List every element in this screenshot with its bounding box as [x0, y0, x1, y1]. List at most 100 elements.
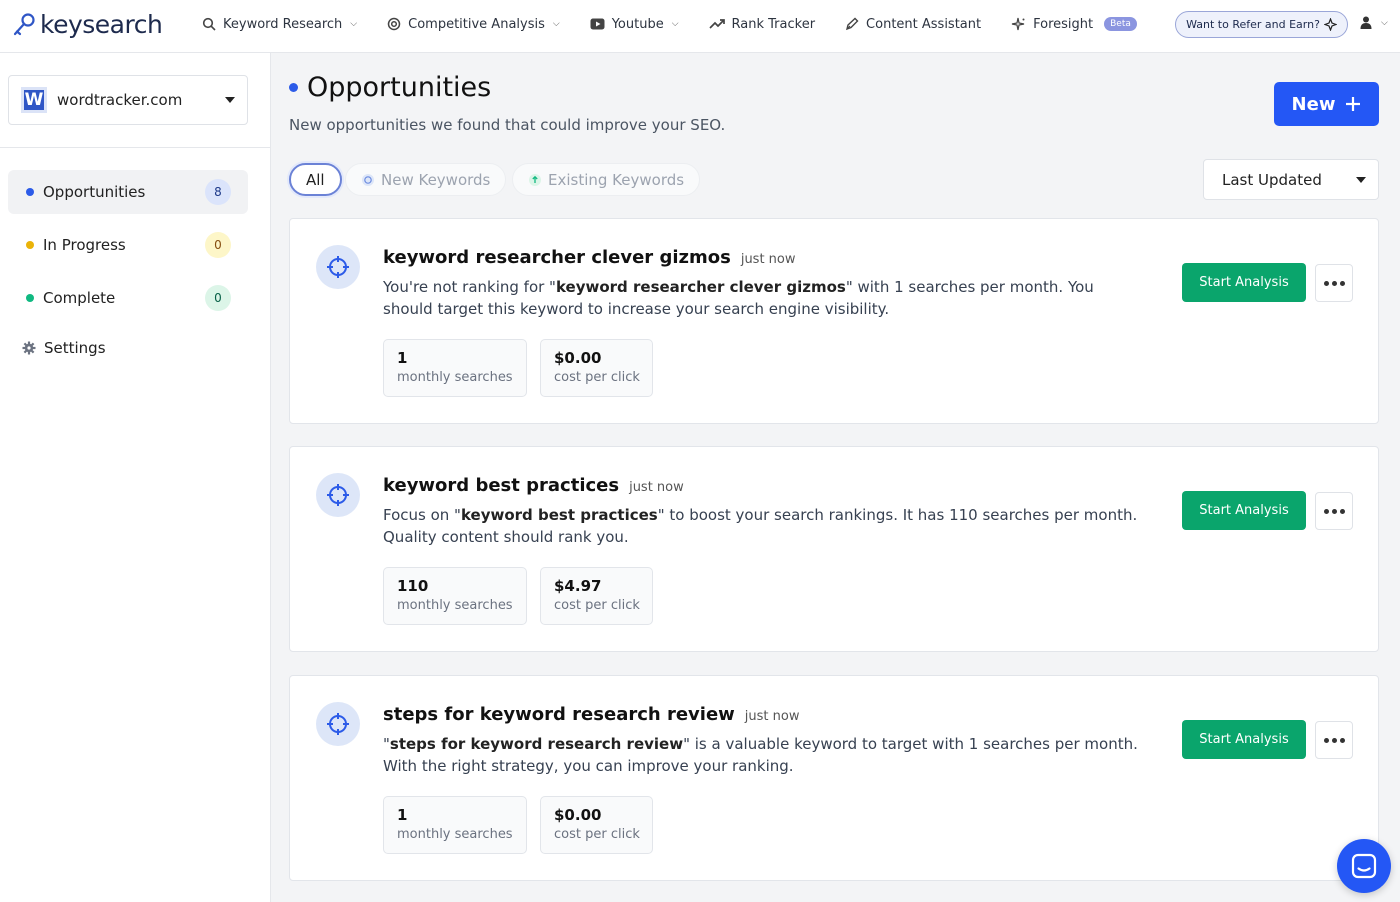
nav-foresight[interactable]: Foresight Beta [1011, 17, 1137, 32]
dot [1339, 508, 1345, 514]
desc-keyword: keyword researcher clever gizmos [555, 278, 846, 296]
stat-cost-per-click: $0.00 cost per click [540, 339, 653, 397]
sidebar-item-label: In Progress [43, 236, 126, 254]
dot [1331, 737, 1337, 743]
caret-down-icon [1356, 176, 1366, 183]
dot [1323, 737, 1329, 743]
start-analysis-button[interactable]: Start Analysis [1182, 263, 1306, 302]
page-title-text: Opportunities [307, 72, 492, 103]
opportunity-card: keyword best practices just now Focus on… [289, 446, 1379, 652]
refer-earn-button[interactable]: Want to Refer and Earn? [1175, 11, 1348, 38]
user-menu[interactable]: ⌵ [1360, 16, 1388, 29]
nav-label: Rank Tracker [731, 16, 816, 32]
nav-rank-tracker[interactable]: Rank Tracker [708, 16, 816, 32]
filter-new-keywords[interactable]: New Keywords [345, 163, 507, 196]
count-badge: 0 [205, 285, 231, 311]
nav-label: Youtube [611, 16, 664, 32]
stat-cost-per-click: $4.97 cost per click [540, 567, 653, 625]
sidebar: W wordtracker.com Opportunities 8 In Pro… [0, 53, 271, 902]
opportunity-card: keyword researcher clever gizmos just no… [289, 218, 1379, 424]
sidebar-item-complete[interactable]: Complete 0 [8, 276, 248, 320]
chevron-down-icon: ⌵ [671, 19, 679, 29]
dot [1331, 280, 1337, 286]
sort-select[interactable]: Last Updated [1203, 159, 1379, 200]
page-title: Opportunities [289, 72, 491, 103]
search-icon [202, 17, 216, 31]
top-navbar: keysearch Keyword Research ⌵ Competitive… [0, 0, 1400, 53]
nav-label: Competitive Analysis [408, 16, 545, 32]
dot [1323, 508, 1329, 514]
new-button[interactable]: New [1274, 82, 1379, 126]
youtube-icon [590, 18, 605, 30]
filter-label: Existing Keywords [548, 170, 685, 189]
gift-icon [1323, 18, 1337, 31]
start-analysis-button[interactable]: Start Analysis [1182, 491, 1306, 530]
stat-value: $0.00 [554, 349, 602, 367]
crosshair-icon [316, 245, 360, 289]
filter-all[interactable]: All [289, 163, 342, 196]
new-button-label: New [1291, 93, 1336, 115]
dot [1323, 280, 1329, 286]
stat-value: $4.97 [554, 577, 602, 595]
sidebar-item-settings[interactable]: Settings [8, 326, 248, 370]
more-options-button[interactable] [1315, 721, 1353, 759]
card-description: Focus on "keyword best practices" to boo… [383, 504, 1143, 548]
stat-label: cost per click [554, 598, 640, 613]
desc-text: You're not ranking for " [383, 278, 556, 296]
nav-keyword-research[interactable]: Keyword Research ⌵ [202, 17, 357, 32]
count-badge: 8 [205, 179, 231, 205]
chat-icon [1351, 853, 1377, 879]
sidebar-divider [0, 147, 270, 148]
count-badge: 0 [205, 232, 231, 258]
opportunity-card: steps for keyword research review just n… [289, 675, 1379, 881]
user-icon [1360, 16, 1372, 29]
target-icon [387, 17, 401, 31]
stat-value: 1 [397, 349, 408, 367]
card-description: "steps for keyword research review" is a… [383, 733, 1143, 777]
brand-name: keysearch [40, 10, 163, 39]
stat-value: 1 [397, 806, 408, 824]
nav-youtube[interactable]: Youtube ⌵ [590, 17, 679, 32]
status-dot [26, 241, 34, 249]
chat-launcher-button[interactable] [1337, 839, 1391, 893]
gear-icon [22, 341, 36, 355]
stat-label: monthly searches [397, 370, 513, 385]
sidebar-item-label: Complete [43, 289, 116, 307]
keyword-title: keyword researcher clever gizmos [383, 247, 731, 268]
site-selector[interactable]: W wordtracker.com [8, 75, 248, 125]
nav-label: Foresight [1033, 16, 1094, 32]
status-dot [26, 188, 34, 196]
filter-existing-keywords[interactable]: Existing Keywords [512, 163, 701, 196]
desc-text: Focus on " [383, 506, 461, 524]
sidebar-item-label: Opportunities [43, 183, 146, 201]
keysearch-logo[interactable]: keysearch [12, 10, 163, 39]
dot [1339, 280, 1345, 286]
chevron-down-icon: ⌵ [350, 19, 358, 29]
chevron-down-icon: ⌵ [552, 19, 560, 29]
beta-badge: Beta [1104, 17, 1137, 31]
nav-competitive-analysis[interactable]: Competitive Analysis ⌵ [387, 17, 560, 32]
arrow-up-icon [529, 173, 541, 186]
start-analysis-button[interactable]: Start Analysis [1182, 720, 1306, 759]
more-options-button[interactable] [1315, 264, 1353, 302]
dot [1339, 737, 1345, 743]
keyword-title: steps for keyword research review [383, 704, 735, 725]
card-header: steps for keyword research review just n… [383, 704, 799, 725]
caret-down-icon [225, 97, 235, 103]
site-logo: W [21, 87, 47, 113]
status-dot [26, 294, 34, 302]
nav-content-assistant[interactable]: Content Assistant [845, 17, 981, 32]
dot [1331, 508, 1337, 514]
sort-label: Last Updated [1222, 170, 1322, 189]
crosshair-icon [316, 473, 360, 517]
stat-label: monthly searches [397, 598, 513, 613]
timestamp: just now [629, 480, 684, 495]
card-description: You're not ranking for "keyword research… [383, 276, 1143, 320]
key-icon [13, 12, 35, 35]
sidebar-item-in-progress[interactable]: In Progress 0 [8, 223, 248, 267]
more-options-button[interactable] [1315, 492, 1353, 530]
stat-value: $0.00 [554, 806, 602, 824]
refer-label: Want to Refer and Earn? [1186, 18, 1320, 31]
sidebar-item-opportunities[interactable]: Opportunities 8 [8, 170, 248, 214]
stat-label: cost per click [554, 827, 640, 842]
